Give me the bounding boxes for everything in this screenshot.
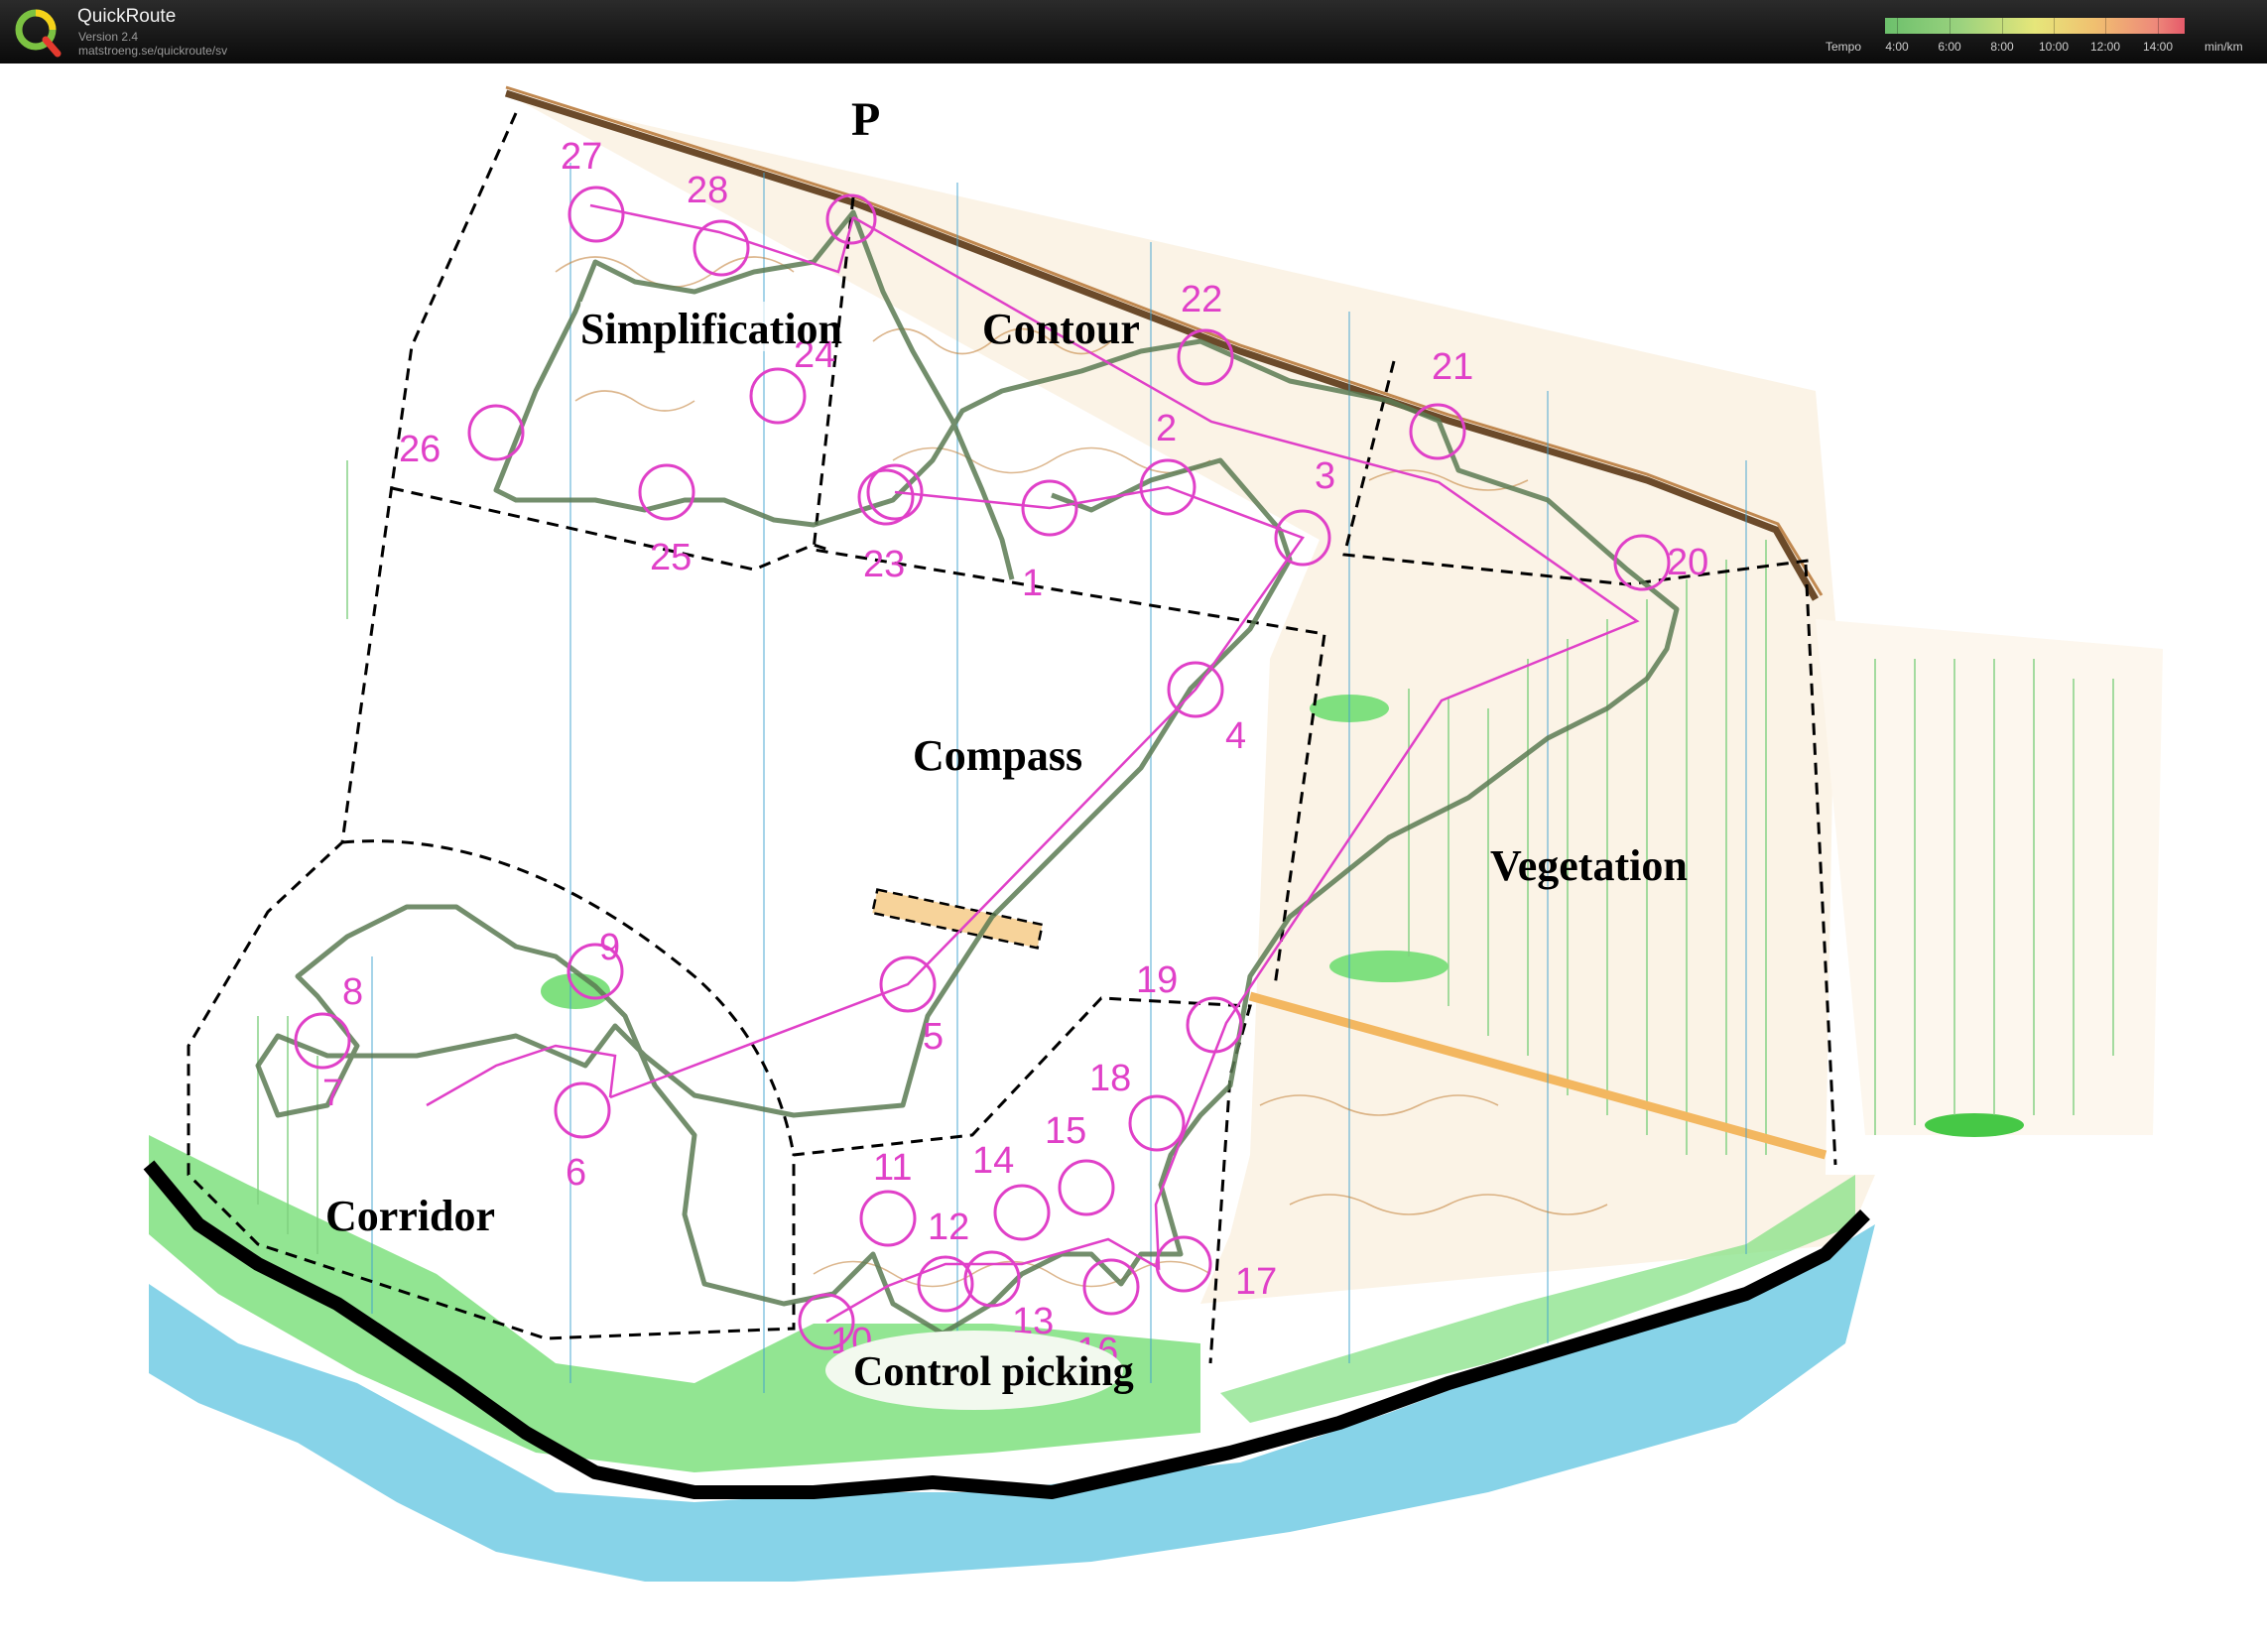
control-number: 8 bbox=[342, 971, 363, 1013]
tempo-tick: 14:00 bbox=[2142, 40, 2174, 54]
control-number: 14 bbox=[972, 1140, 1014, 1182]
control-number: 27 bbox=[561, 136, 602, 178]
control-number: 1 bbox=[1022, 563, 1043, 604]
control-number: 20 bbox=[1667, 542, 1708, 583]
area-label-control-picking: Control picking bbox=[853, 1349, 1134, 1395]
parking-symbol: P bbox=[851, 93, 880, 146]
control-number: 19 bbox=[1136, 959, 1178, 1001]
app-title: QuickRoute bbox=[77, 6, 177, 27]
control-number: 25 bbox=[650, 537, 692, 578]
app-header: QuickRoute Version 2.4 matstroeng.se/qui… bbox=[0, 0, 2267, 64]
control-number: 26 bbox=[399, 429, 441, 470]
control-number: 2 bbox=[1156, 408, 1177, 449]
control-number: 17 bbox=[1235, 1261, 1277, 1303]
area-label-contour: Contour bbox=[982, 305, 1140, 353]
tempo-tick: 4:00 bbox=[1885, 40, 1909, 54]
area-label-vegetation: Vegetation bbox=[1490, 841, 1688, 890]
control-number: 18 bbox=[1089, 1058, 1131, 1099]
control-number: 23 bbox=[863, 544, 905, 585]
area-label-simplification: Simplification bbox=[580, 305, 842, 353]
control-number: 15 bbox=[1045, 1110, 1086, 1152]
control-number: 9 bbox=[599, 927, 620, 968]
control-number: 3 bbox=[1315, 455, 1335, 497]
control-number: 7 bbox=[322, 1073, 343, 1114]
control-number: 11 bbox=[873, 1147, 912, 1189]
app-url: matstroeng.se/quickroute/sv bbox=[78, 44, 228, 58]
area-label-compass: Compass bbox=[913, 731, 1082, 780]
quickroute-logo-icon bbox=[15, 9, 62, 58]
tempo-tick: 12:00 bbox=[2089, 40, 2121, 54]
control-number: 22 bbox=[1181, 279, 1222, 320]
terrain-base bbox=[143, 85, 2163, 1582]
tempo-color-bar bbox=[1885, 18, 2185, 34]
area-label-corridor: Corridor bbox=[325, 1192, 495, 1240]
tempo-tick: 8:00 bbox=[1990, 40, 2014, 54]
control-number: 5 bbox=[923, 1016, 944, 1058]
control-number: 4 bbox=[1225, 715, 1246, 757]
control-number: 21 bbox=[1432, 346, 1473, 388]
tempo-label: Tempo bbox=[1826, 40, 1862, 54]
tempo-tick: 6:00 bbox=[1938, 40, 1961, 54]
tempo-tick: 10:00 bbox=[2038, 40, 2070, 54]
control-number: 6 bbox=[566, 1152, 586, 1194]
app-version: Version 2.4 bbox=[78, 30, 139, 44]
control-number: 12 bbox=[928, 1207, 969, 1248]
control-number: 28 bbox=[687, 170, 728, 211]
orienteering-map[interactable]: 1 2 3 4 5 6 7 8 9 10 11 12 13 14 15 16 1… bbox=[0, 64, 2267, 1652]
map-canvas[interactable]: 1 2 3 4 5 6 7 8 9 10 11 12 13 14 15 16 1… bbox=[0, 64, 2267, 1652]
tempo-unit: min/km bbox=[2204, 40, 2243, 54]
